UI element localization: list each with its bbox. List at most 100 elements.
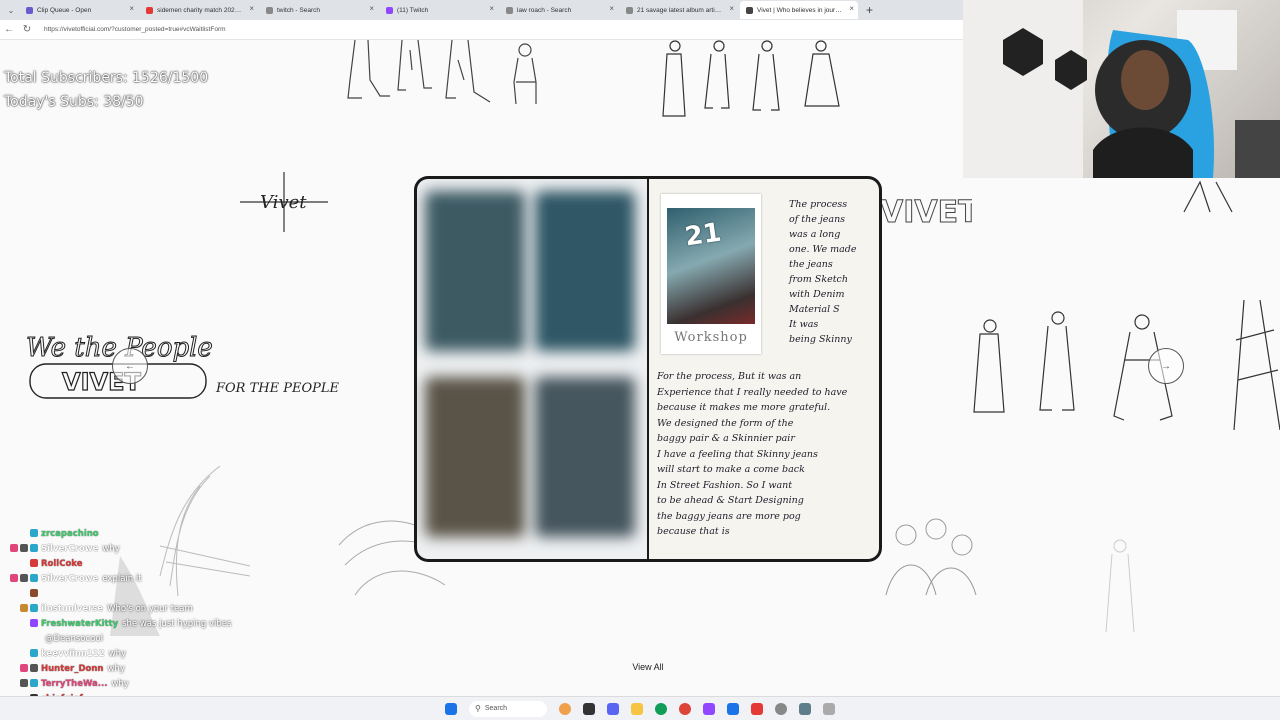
- tab-favicon-icon: [266, 6, 273, 14]
- task-view-icon[interactable]: [583, 702, 595, 715]
- chat-badge-icon: [20, 604, 28, 612]
- tab-favicon-icon: [626, 6, 633, 14]
- app-icon[interactable]: [775, 702, 787, 715]
- search-icon: ⚲: [475, 704, 481, 713]
- vivet-logo-text: Vivet: [260, 192, 307, 213]
- browser-tab-label: 21 savage latest album artists - Sea: [637, 6, 724, 14]
- chat-badge-icon: [10, 544, 18, 552]
- chat-username[interactable]: TerryTheWa...: [41, 679, 107, 689]
- carousel-next-button[interactable]: →: [1148, 348, 1184, 384]
- chat-badge-icon: [30, 574, 38, 582]
- settings-gear-icon[interactable]: [799, 702, 811, 715]
- partial-figure-sketch: [1183, 180, 1233, 213]
- browser-tab[interactable]: (11) Twitch ×: [380, 1, 498, 19]
- tab-favicon-icon: [506, 6, 513, 14]
- chat-text: she was just hyping vibes: [122, 618, 232, 629]
- tab-favicon-icon: [146, 6, 153, 14]
- handwritten-note-bottom: For the process, But it was an Experienc…: [657, 371, 848, 537]
- chat-message: TerryTheWa... why: [0, 676, 260, 691]
- browser-tab[interactable]: 21 savage latest album artists - Sea ×: [620, 1, 738, 19]
- app-icon[interactable]: [751, 702, 763, 715]
- chrome-icon[interactable]: [679, 702, 691, 715]
- chat-username[interactable]: SilverCrowe: [41, 544, 98, 554]
- close-tab-icon[interactable]: ×: [489, 4, 494, 13]
- chat-message: SilverCrowe explain it: [0, 571, 260, 586]
- carousel-prev-arrow-icon: ←: [125, 360, 135, 372]
- file-explorer-icon[interactable]: [631, 702, 643, 715]
- app-icon[interactable]: [823, 702, 835, 715]
- chat-badge-icon: [30, 529, 38, 537]
- browser-tab[interactable]: twitch - Search ×: [260, 1, 378, 19]
- windows-taskbar: ⚲ Search: [0, 696, 1280, 720]
- screen: ⌄ Clip Queue - Open × sidemen charity matc…: [0, 0, 1280, 720]
- chat-username[interactable]: Hunter_Donn: [41, 664, 103, 674]
- tab-favicon-icon: [386, 6, 393, 14]
- handwritten-note-top: The process of the jeans was a long one.…: [789, 199, 857, 345]
- vivet-brand-text: VIVET: [880, 195, 972, 230]
- browser-tab[interactable]: Clip Queue - Open ×: [20, 1, 138, 19]
- chat-badge-icon: [30, 544, 38, 552]
- close-tab-icon[interactable]: ×: [369, 4, 374, 13]
- chat-username[interactable]: SilverCrowe: [41, 574, 98, 584]
- tab-strip: Clip Queue - Open × sidemen charity match …: [20, 1, 858, 19]
- chat-username[interactable]: RollCoke: [41, 559, 82, 569]
- top-figure-sketches: [347, 40, 537, 105]
- chat-text: why: [107, 663, 125, 674]
- close-tab-icon[interactable]: ×: [129, 4, 134, 13]
- chat-badges: [0, 559, 38, 568]
- browser-tab-label: Vivet | Who believes in journey - V: [757, 6, 844, 14]
- new-tab-button[interactable]: +: [866, 3, 873, 17]
- chat-text: why: [111, 678, 129, 689]
- vivet-logo: Vivet: [240, 172, 328, 232]
- chat-badge-icon: [30, 649, 38, 657]
- notebook-left-page: [417, 179, 647, 559]
- chat-username[interactable]: FreshwaterKitty: [41, 619, 118, 629]
- app-icon[interactable]: [727, 702, 739, 715]
- browser-tab[interactable]: sidemen charity match 2026 traile ×: [140, 1, 258, 19]
- chat-badges: [0, 574, 38, 583]
- chat-badges: [0, 589, 38, 598]
- blurred-photo: [425, 377, 525, 537]
- polaroid-caption: Workshop: [674, 330, 748, 345]
- taskbar-search[interactable]: ⚲ Search: [469, 700, 547, 717]
- vivet-brand-graffiti: VIVET: [880, 195, 972, 231]
- browser-tab[interactable]: Vivet | Who believes in journey - V ×: [740, 1, 858, 19]
- blurred-photo: [425, 191, 525, 351]
- blurred-photo: [535, 377, 635, 537]
- weather-icon[interactable]: [559, 702, 571, 715]
- reload-icon[interactable]: ↻: [18, 24, 36, 35]
- view-all-link[interactable]: View All: [620, 662, 676, 672]
- windows-start-icon[interactable]: [445, 702, 457, 715]
- tab-favicon-icon: [26, 6, 33, 14]
- close-tab-icon[interactable]: ×: [849, 4, 854, 13]
- chat-text: why: [102, 543, 120, 554]
- chat-message: SilverCrowe why: [0, 541, 260, 556]
- url-field[interactable]: https://vivetofficial.com/?customer_post…: [44, 26, 226, 33]
- chat-username[interactable]: keevviinn112: [41, 649, 105, 659]
- top-right-figure-sketches: [662, 40, 840, 117]
- chat-badges: [0, 604, 38, 613]
- chat-username[interactable]: zrcapachino: [41, 529, 99, 539]
- chat-badges: [0, 529, 38, 538]
- tab-search-dropdown-icon[interactable]: ⌄: [4, 6, 18, 15]
- workshop-polaroid: 21 Workshop: [661, 194, 761, 354]
- edge-browser-icon[interactable]: [655, 702, 667, 715]
- chat-message: FreshwaterKitty she was just hyping vibes: [0, 616, 260, 631]
- chat-message: ilostunlverse Who's on your team: [0, 601, 260, 616]
- chat-message: [0, 586, 260, 601]
- close-tab-icon[interactable]: ×: [729, 4, 734, 13]
- webcam-feed: [963, 0, 1280, 178]
- chat-badges: [0, 649, 38, 658]
- carousel-prev-button[interactable]: ←: [112, 348, 148, 384]
- browser-tab[interactable]: law roach - Search ×: [500, 1, 618, 19]
- app-icon[interactable]: [703, 702, 715, 715]
- browser-tab-label: sidemen charity match 2026 traile: [157, 6, 244, 14]
- discord-icon[interactable]: [607, 702, 619, 715]
- chat-username[interactable]: ilostunlverse: [41, 604, 103, 614]
- chat-message: @Deansocool: [0, 631, 260, 646]
- back-arrow-icon[interactable]: ←: [0, 24, 18, 35]
- chat-badges: [0, 664, 38, 673]
- browser-tab-label: Clip Queue - Open: [37, 6, 92, 14]
- close-tab-icon[interactable]: ×: [249, 4, 254, 13]
- close-tab-icon[interactable]: ×: [609, 4, 614, 13]
